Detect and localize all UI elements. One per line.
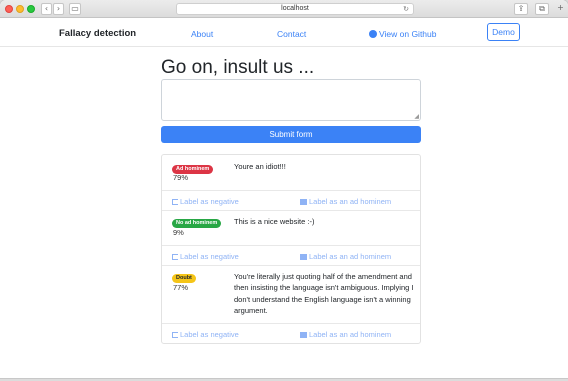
nav-contact-link[interactable]: Contact <box>277 29 306 39</box>
flag-outline-icon <box>172 332 178 338</box>
result-text: This is a nice website :-) <box>234 217 315 226</box>
submit-button[interactable]: Submit form <box>161 126 421 143</box>
result-item: Ad hominem 79% Youre an idiot!!! <box>162 155 420 191</box>
flag-filled-icon <box>300 254 307 260</box>
page-title: Go on, insult us ... <box>161 57 315 78</box>
results-list: Ad hominem 79% Youre an idiot!!! Label a… <box>161 154 421 344</box>
minimize-window-button[interactable] <box>16 5 24 13</box>
result-actions: Label as negative Label as an ad hominem <box>162 191 420 211</box>
result-actions: Label as negative Label as an ad hominem <box>162 246 420 266</box>
flag-filled-icon <box>300 199 307 205</box>
address-bar[interactable]: localhost ↻ <box>176 3 414 15</box>
label-negative-text: Label as negative <box>180 330 239 339</box>
insult-textarea[interactable]: ◢ <box>161 79 421 121</box>
label-ad-hominem-button[interactable]: Label as an ad hominem <box>300 252 391 261</box>
result-score: 77% <box>173 283 189 292</box>
nav-github-link[interactable]: View on Github <box>369 29 437 39</box>
github-icon <box>369 30 377 38</box>
demo-button[interactable]: Demo <box>487 23 520 41</box>
tabs-icon[interactable]: ⧉ <box>535 3 549 15</box>
url-text: localhost <box>281 5 309 12</box>
result-actions: Label as negative Label as an ad hominem <box>162 324 420 343</box>
label-ad-hominem-button[interactable]: Label as an ad hominem <box>300 330 391 339</box>
label-negative-button[interactable]: Label as negative <box>172 252 239 261</box>
sidebar-icon[interactable]: ▭ <box>69 3 81 15</box>
label-negative-button[interactable]: Label as negative <box>172 197 239 206</box>
label-ad-hominem-text: Label as an ad hominem <box>309 330 392 339</box>
result-badge: Doubt <box>172 274 196 283</box>
flag-filled-icon <box>300 332 307 338</box>
nav-about-link[interactable]: About <box>191 29 213 39</box>
back-icon[interactable]: ‹ <box>41 3 52 15</box>
label-negative-text: Label as negative <box>180 197 239 206</box>
result-text: Youre an idiot!!! <box>234 162 286 171</box>
label-ad-hominem-text: Label as an ad hominem <box>309 197 392 206</box>
brand-title[interactable]: Fallacy detection <box>59 28 136 39</box>
flag-outline-icon <box>172 254 178 260</box>
forward-icon[interactable]: › <box>53 3 64 15</box>
github-link-label: View on Github <box>379 29 437 39</box>
label-negative-button[interactable]: Label as negative <box>172 330 239 339</box>
resize-handle-icon[interactable]: ◢ <box>414 113 419 120</box>
result-item: No ad hominem 9% This is a nice website … <box>162 211 420 246</box>
result-item: Doubt 77% You're literally just quoting … <box>162 266 420 324</box>
share-icon[interactable]: ⇪ <box>514 3 528 15</box>
label-ad-hominem-button[interactable]: Label as an ad hominem <box>300 197 391 206</box>
browser-titlebar: ‹ › ▭ localhost ↻ ⇪ ⧉ + <box>0 0 568 18</box>
close-window-button[interactable] <box>5 5 13 13</box>
zoom-window-button[interactable] <box>27 5 35 13</box>
label-negative-text: Label as negative <box>180 252 239 261</box>
result-badge: No ad hominem <box>172 219 222 228</box>
result-text: You're literally just quoting half of th… <box>234 272 414 315</box>
result-score: 79% <box>173 173 189 182</box>
flag-outline-icon <box>172 199 178 205</box>
result-score: 9% <box>173 228 184 237</box>
reload-icon[interactable]: ↻ <box>403 4 409 14</box>
new-tab-icon[interactable]: + <box>555 3 566 15</box>
site-navbar: Fallacy detection About Contact View on … <box>0 18 568 47</box>
browser-window: ‹ › ▭ localhost ↻ ⇪ ⧉ + Fallacy detectio… <box>0 0 568 378</box>
label-ad-hominem-text: Label as an ad hominem <box>309 252 392 261</box>
